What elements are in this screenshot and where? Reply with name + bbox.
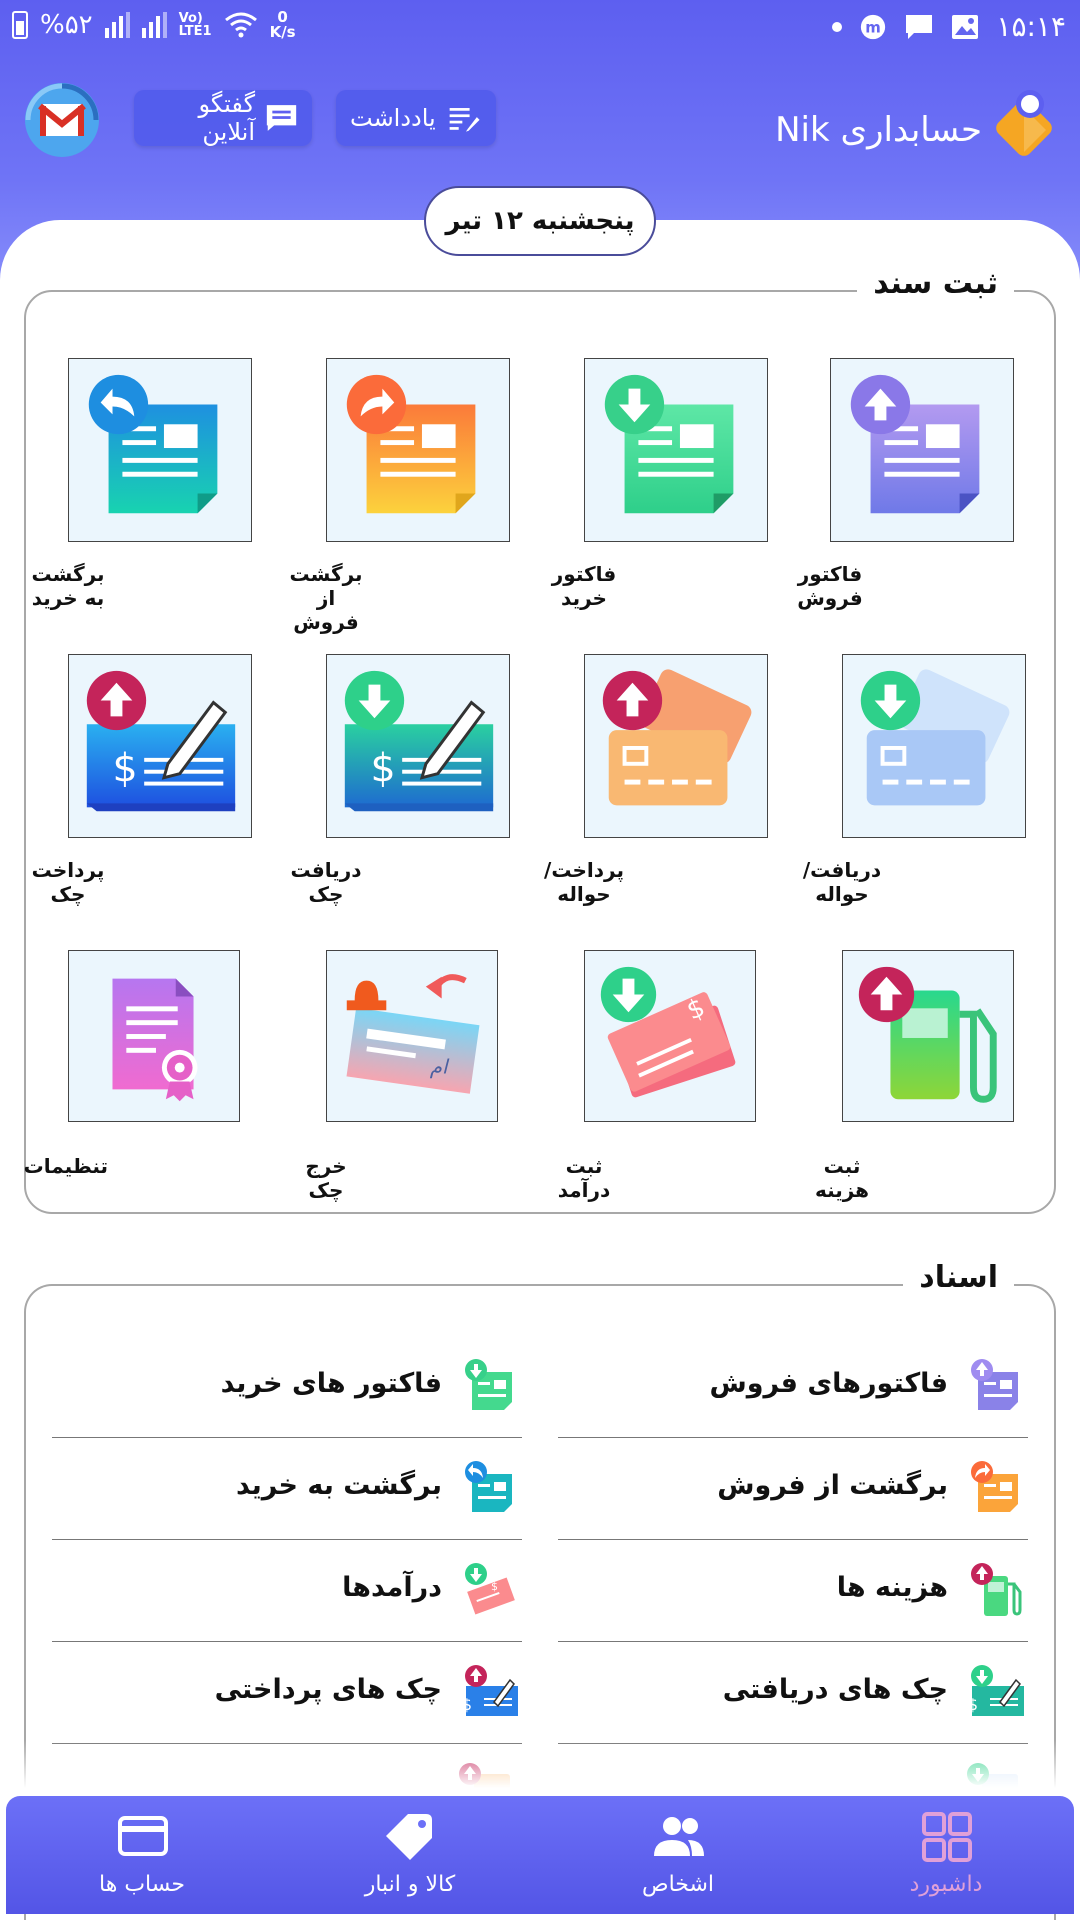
clock: ۱۵:۱۴	[996, 10, 1066, 43]
tile-label: تنظیمات	[23, 1154, 108, 1178]
receive-check-icon: $	[326, 654, 510, 838]
spend-check-icon: ام	[326, 950, 498, 1122]
card-icon	[118, 1816, 168, 1856]
purchase-return-icon	[68, 358, 252, 542]
status-bar: %۵۲ Vo) LTE1 0 K/s m ۱۵:۱۴	[0, 0, 1080, 56]
doc-paid-checks[interactable]: $ چک های پرداختی	[52, 1644, 522, 1744]
note-button-label: یادداشت	[350, 104, 436, 132]
doc-sales-returns[interactable]: برگشت از فروش	[558, 1440, 1028, 1540]
svg-text:m: m	[866, 18, 882, 36]
doc-label: درآمدها	[342, 1572, 442, 1603]
nav-accounts[interactable]: حساب ها	[42, 1796, 242, 1914]
app-title: حسابداری Nik	[775, 110, 982, 150]
notification-dot-icon	[832, 21, 843, 32]
nav-people[interactable]: اشخاص	[578, 1796, 778, 1914]
register-section: ثبت سند فاکتور فروش فاکتور خرید برگشت از…	[23, 266, 1056, 1214]
tile-label: پرداخت/حواله	[544, 858, 624, 906]
settings-certificate-icon	[68, 950, 240, 1122]
doc-label: چک های دریافتی	[722, 1674, 948, 1705]
tile-label: دریافت/حواله	[802, 858, 882, 906]
tile-label: برگشت از فروش	[289, 562, 363, 634]
doc-label: برگشت از فروش	[717, 1470, 948, 1501]
documents-section-title: اسناد	[903, 1260, 1014, 1295]
signal-icon	[104, 12, 130, 38]
svg-text:$: $	[968, 1695, 978, 1714]
receive-transfer-icon	[842, 654, 1026, 838]
pay-check-icon: $	[462, 1665, 518, 1716]
sales-invoice-icon	[830, 358, 1014, 542]
network-type: Vo) LTE1	[178, 11, 212, 39]
svg-text:$: $	[462, 1695, 472, 1714]
nav-dashboard[interactable]: داشبورد	[846, 1796, 1046, 1914]
purchase-invoice-icon	[584, 358, 768, 542]
doc-label: فاکتور های خرید	[220, 1368, 442, 1399]
sales-return-icon	[326, 358, 510, 542]
sales-invoice-icon	[971, 1359, 1018, 1410]
income-icon: $	[584, 950, 756, 1122]
chat-button-label: گفتگو آنلاین	[198, 90, 255, 146]
nav-products[interactable]: کالا و انبار	[310, 1796, 510, 1914]
doc-purchase-invoices[interactable]: فاکتور های خرید	[52, 1338, 522, 1438]
tag-icon	[386, 1814, 432, 1860]
doc-sales-invoices[interactable]: فاکتورهای فروش	[558, 1338, 1028, 1438]
svg-text:$: $	[491, 1580, 498, 1593]
expense-icon	[842, 950, 1014, 1122]
income-icon: $	[465, 1563, 515, 1615]
tile-label: برگشت به خرید	[31, 562, 105, 610]
chat-button[interactable]: گفتگو آنلاین	[134, 90, 312, 146]
receive-check-icon: $	[968, 1665, 1024, 1716]
nav-label: کالا و انبار	[364, 1872, 456, 1897]
bottom-navigation: داشبورد اشخاص کالا و انبار حساب ها	[6, 1796, 1074, 1914]
tile-label: دریافت چک	[290, 858, 362, 906]
pay-transfer-icon	[584, 654, 768, 838]
nav-label: حساب ها	[99, 1872, 185, 1897]
chat-bubble-icon	[266, 105, 297, 131]
doc-label: چک های پرداختی	[214, 1674, 442, 1705]
doc-received-checks[interactable]: $ چک های دریافتی	[558, 1644, 1028, 1744]
tile-label: خرج چک	[305, 1154, 347, 1202]
nav-label: داشبورد	[909, 1872, 983, 1897]
svg-text:$: $	[371, 746, 396, 792]
svg-text:$: $	[113, 746, 138, 792]
sales-return-icon	[971, 1461, 1018, 1512]
note-edit-icon	[449, 108, 480, 132]
gallery-icon	[952, 14, 979, 39]
people-icon	[654, 1817, 704, 1856]
tile-label: فاکتور فروش	[797, 562, 863, 610]
battery-percent: %۵۲	[40, 10, 93, 40]
purchase-invoice-icon	[465, 1359, 512, 1410]
expense-icon	[971, 1563, 1022, 1616]
doc-purchase-returns[interactable]: برگشت به خرید	[52, 1440, 522, 1540]
message-icon	[906, 14, 933, 39]
pay-check-icon: $	[68, 654, 252, 838]
note-button[interactable]: یادداشت	[336, 90, 496, 146]
tile-label: ثبت درآمد	[557, 1154, 611, 1202]
app-notification-icon: m	[861, 14, 886, 39]
doc-label: هزینه ها	[836, 1572, 948, 1603]
doc-incomes[interactable]: $ درآمدها	[52, 1542, 522, 1642]
dashboard-grid-icon	[922, 1812, 972, 1862]
tile-label: ثبت هزینه	[814, 1154, 870, 1202]
doc-label: فاکتورهای فروش	[709, 1368, 948, 1399]
tile-label: پرداخت چک	[31, 858, 105, 906]
signal-icon-2	[141, 12, 167, 38]
network-speed: 0 K/s	[269, 8, 296, 41]
tile-label: فاکتور خرید	[551, 562, 617, 610]
doc-expenses[interactable]: هزینه ها	[558, 1542, 1028, 1642]
register-section-title: ثبت سند	[857, 266, 1014, 301]
date-pill: پنجشنبه ۱۲ تیر	[424, 186, 656, 256]
doc-label: برگشت به خرید	[236, 1470, 442, 1501]
purchase-return-icon	[465, 1461, 512, 1512]
svg-text:ام: ام	[430, 1056, 450, 1079]
gmail-sync-icon[interactable]	[22, 80, 102, 160]
nav-label: اشخاص	[641, 1872, 715, 1897]
app-logo-icon	[996, 90, 1052, 156]
wifi-icon	[224, 12, 257, 38]
scroll-fade	[0, 1740, 1080, 1800]
battery-icon	[12, 11, 28, 39]
